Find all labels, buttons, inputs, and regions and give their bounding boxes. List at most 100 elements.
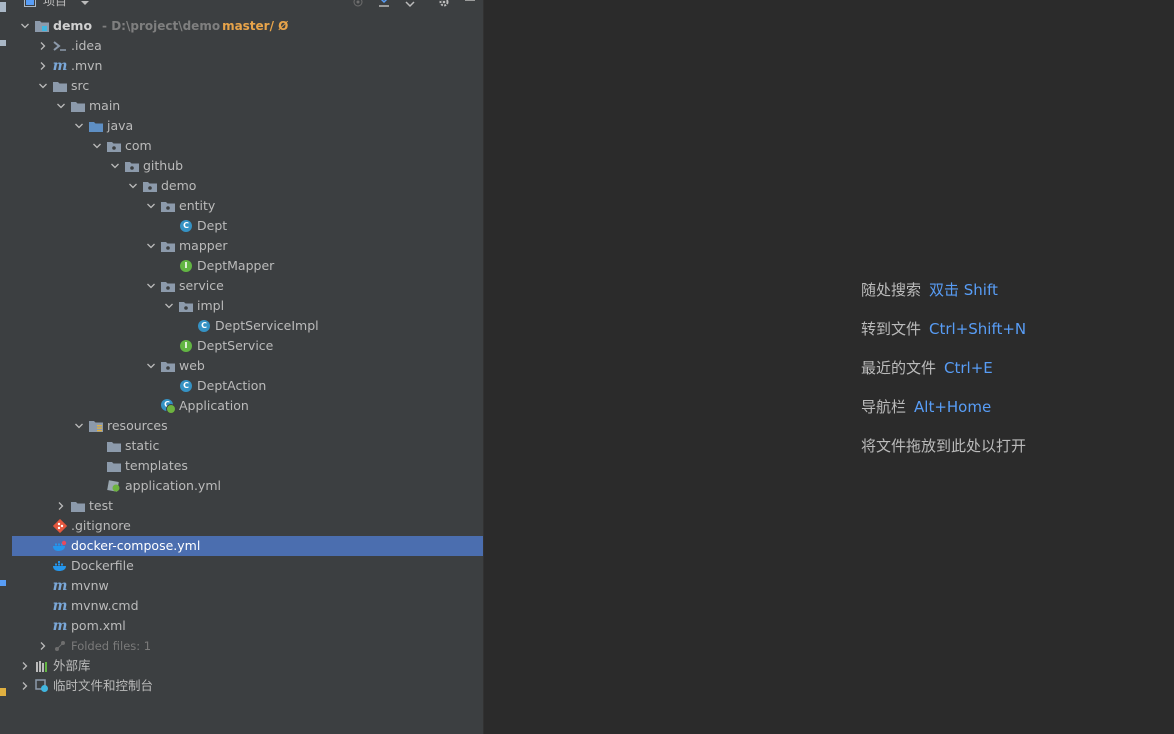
tree-item-label: DeptServiceImpl — [215, 316, 319, 336]
editor-area[interactable]: 随处搜索 双击 Shift 转到文件 Ctrl+Shift+N 最近的文件 Ctrl+E 导… — [484, 0, 1174, 734]
tree-item-label: test — [89, 496, 113, 516]
git-branch-label: master/ Ø — [222, 19, 289, 33]
chevron-right-icon[interactable] — [20, 661, 30, 671]
tree-row-docker-compose-yml[interactable]: docker-compose.yml — [12, 536, 483, 556]
spring-class-icon: C — [160, 399, 176, 414]
chevron-down-icon[interactable] — [164, 301, 174, 311]
module-icon — [34, 19, 50, 33]
tree-row-deptservice[interactable]: I DeptService — [12, 336, 483, 356]
chevron-down-icon[interactable] — [20, 21, 30, 31]
chevron-down-icon[interactable] — [146, 281, 156, 291]
tree-row-main[interactable]: main — [12, 96, 483, 116]
tree-item-label: Folded files: 1 — [71, 636, 151, 656]
tree-row-entity[interactable]: entity — [12, 196, 483, 216]
project-path: - D:\project\demo — [102, 19, 221, 33]
tree-item-label: pom.xml — [71, 616, 126, 636]
tree-item-name: Application — [179, 398, 249, 413]
scratches-icon — [34, 679, 50, 693]
hint-shortcut: Ctrl+E — [944, 359, 993, 377]
chevron-down-icon[interactable] — [146, 361, 156, 371]
minimize-icon[interactable] — [464, 0, 476, 6]
tree-row-mvn[interactable]: m .mvn — [12, 56, 483, 76]
maven-icon: m — [52, 598, 68, 614]
tree-item-name: service — [179, 278, 224, 293]
tree-row-dept[interactable]: C Dept — [12, 216, 483, 236]
project-panel-title[interactable]: 项目 — [43, 0, 67, 9]
tree-row-mvnw-cmd[interactable]: m mvnw.cmd — [12, 596, 483, 616]
chevron-down-icon[interactable] — [146, 241, 156, 251]
chevron-right-icon[interactable] — [38, 41, 48, 51]
tree-item-label: demo — [161, 176, 196, 196]
tree-item-name: test — [89, 498, 114, 513]
tree-row-service[interactable]: service — [12, 276, 483, 296]
tree-row-idea[interactable]: .idea — [12, 36, 483, 56]
tree-item-label: src — [71, 76, 89, 96]
tree-item-name: mapper — [179, 238, 228, 253]
tree-row-web[interactable]: web — [12, 356, 483, 376]
tree-row-java[interactable]: java — [12, 116, 483, 136]
gear-icon[interactable] — [438, 0, 450, 7]
expand-all-icon[interactable] — [378, 0, 390, 7]
chevron-down-icon[interactable] — [74, 121, 84, 131]
tree-row-src[interactable]: src — [12, 76, 483, 96]
tree-row-node[interactable]: 外部库 — [12, 656, 483, 676]
chevron-down-icon[interactable] — [56, 101, 66, 111]
dropdown-icon[interactable] — [80, 0, 92, 6]
chevron-down-icon[interactable] — [38, 81, 48, 91]
folder-icon — [70, 99, 86, 113]
chevron-right-icon[interactable] — [20, 681, 30, 691]
tree-row-dockerfile[interactable]: Dockerfile — [12, 556, 483, 576]
tree-item-label: Dept — [197, 216, 227, 236]
locate-icon[interactable] — [352, 0, 364, 7]
chevron-down-icon[interactable] — [128, 181, 138, 191]
project-panel: 项目 demo - D:\project\demo master/ Ø .idea m.… — [12, 0, 484, 734]
interface-icon: I — [178, 339, 194, 353]
chevron-right-icon[interactable] — [38, 641, 48, 651]
chevron-right-icon[interactable] — [56, 501, 66, 511]
chevron-down-icon[interactable] — [74, 421, 84, 431]
project-tool-button[interactable] — [0, 2, 6, 12]
tree-row-com[interactable]: com — [12, 136, 483, 156]
tree-row-demo[interactable]: demo - D:\project\demo master/ Ø — [12, 16, 483, 36]
tree-row-application-yml[interactable]: application.yml — [12, 476, 483, 496]
tree-row-templates[interactable]: templates — [12, 456, 483, 476]
tree-row-pom-xml[interactable]: m pom.xml — [12, 616, 483, 636]
tree-row-application[interactable]: CApplication — [12, 396, 483, 416]
structure-marker[interactable] — [0, 688, 6, 696]
tree-row-static[interactable]: static — [12, 436, 483, 456]
tree-item-label: application.yml — [125, 476, 221, 496]
tree-item-label: impl — [197, 296, 224, 316]
tree-row-deptmapper[interactable]: I DeptMapper — [12, 256, 483, 276]
tree-row-github[interactable]: github — [12, 156, 483, 176]
folder-icon — [70, 499, 86, 513]
docker-compose-icon — [52, 539, 68, 553]
editor-hint-4: 将文件拖放到此处以打开 — [861, 435, 1026, 456]
hint-shortcut: Alt+Home — [914, 398, 992, 416]
class-icon: C — [178, 379, 194, 393]
editor-hint-0: 随处搜索 双击 Shift — [861, 279, 998, 300]
chevron-down-icon[interactable] — [92, 141, 102, 151]
tree-row-gitignore[interactable]: .gitignore — [12, 516, 483, 536]
chevron-down-icon[interactable] — [146, 201, 156, 211]
tree-item-label: demo - D:\project\demo master/ Ø — [53, 16, 288, 36]
tree-item-name: mvnw.cmd — [71, 598, 139, 613]
tree-item-name: java — [107, 118, 134, 133]
chevron-down-icon[interactable] — [110, 161, 120, 171]
tree-row-mapper[interactable]: mapper — [12, 236, 483, 256]
tree-row-mvnw[interactable]: m mvnw — [12, 576, 483, 596]
tree-item-name: Folded files: 1 — [71, 639, 152, 653]
tree-item-name: templates — [125, 458, 188, 473]
tree-row-test[interactable]: test — [12, 496, 483, 516]
tree-item-label: templates — [125, 456, 188, 476]
tree-row-folded-files-1[interactable]: Folded files: 1 — [12, 636, 483, 656]
collapse-all-icon[interactable] — [404, 0, 416, 8]
tree-item-label: .gitignore — [71, 516, 131, 536]
tree-row-impl[interactable]: impl — [12, 296, 483, 316]
tree-row-demo[interactable]: demo — [12, 176, 483, 196]
tree-row-node[interactable]: 临时文件和控制台 — [12, 676, 483, 696]
tree-row-deptaction[interactable]: C DeptAction — [12, 376, 483, 396]
chevron-right-icon[interactable] — [38, 61, 48, 71]
tree-row-deptserviceimpl[interactable]: C DeptServiceImpl — [12, 316, 483, 336]
tree-row-resources[interactable]: resources — [12, 416, 483, 436]
tree-item-name: DeptMapper — [197, 258, 275, 273]
